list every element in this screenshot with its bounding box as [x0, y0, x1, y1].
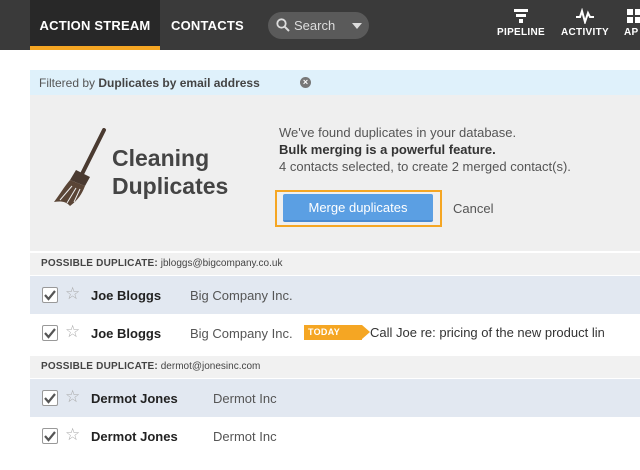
- checkmark-icon: [44, 431, 56, 442]
- merge-duplicates-button[interactable]: Merge duplicates: [283, 194, 433, 222]
- group-header-label: POSSIBLE DUPLICATE:: [41, 361, 158, 372]
- message-line1: We've found duplicates in your database.: [279, 125, 517, 140]
- panel-title-line1: Cleaning: [112, 145, 210, 171]
- duplicate-group-header: POSSIBLE DUPLICATE: jbloggs@bigcompany.c…: [30, 253, 640, 275]
- row-checkbox[interactable]: [42, 325, 58, 341]
- cleaning-duplicates-panel: Cleaning Duplicates We've found duplicat…: [30, 95, 640, 251]
- clear-filter-icon[interactable]: ×: [300, 77, 311, 88]
- duplicate-group-header: POSSIBLE DUPLICATE: dermot@jonesinc.com: [30, 356, 640, 378]
- contact-name[interactable]: Dermot Jones: [91, 429, 178, 444]
- tab-action-stream-label: ACTION STREAM: [39, 18, 151, 33]
- table-row[interactable]: ☆ Joe Bloggs Big Company Inc. TODAY Call…: [30, 314, 640, 352]
- group-header-label: POSSIBLE DUPLICATE:: [41, 258, 158, 269]
- row-checkbox[interactable]: [42, 390, 58, 406]
- contact-name[interactable]: Dermot Jones: [91, 391, 178, 406]
- cancel-link[interactable]: Cancel: [453, 201, 493, 216]
- checkmark-icon: [44, 393, 56, 404]
- star-icon[interactable]: ☆: [65, 388, 80, 406]
- broom-icon: [54, 128, 106, 206]
- message-line3: 4 contacts selected, to create 2 merged …: [279, 159, 571, 174]
- row-checkbox[interactable]: [42, 287, 58, 303]
- nav-pipeline[interactable]: PIPELINE: [497, 8, 545, 38]
- top-nav-bar: ACTION STREAM CONTACTS Search PIPELINE A…: [0, 0, 640, 50]
- message-line2: Bulk merging is a powerful feature.: [279, 142, 496, 157]
- panel-title-line2: Duplicates: [112, 173, 229, 199]
- filter-bar: Filtered by Duplicates by email address …: [30, 70, 640, 95]
- tab-action-stream[interactable]: ACTION STREAM: [30, 0, 160, 50]
- contact-company: Dermot Inc: [213, 391, 277, 406]
- row-checkbox[interactable]: [42, 428, 58, 444]
- group-header-email: jbloggs@bigcompany.co.uk: [160, 258, 283, 269]
- search-placeholder: Search: [294, 18, 336, 33]
- text-fade: [600, 314, 640, 352]
- table-row[interactable]: ☆ Joe Bloggs Big Company Inc.: [30, 276, 640, 314]
- tab-contacts[interactable]: CONTACTS: [171, 0, 244, 50]
- filter-prefix: Filtered by: [39, 76, 96, 90]
- search-box[interactable]: Search: [268, 12, 369, 39]
- nav-apps[interactable]: AP: [624, 8, 640, 38]
- star-icon[interactable]: ☆: [65, 426, 80, 444]
- pipeline-icon: [514, 9, 528, 23]
- nav-activity[interactable]: ACTIVITY: [561, 8, 609, 38]
- table-row[interactable]: ☆ Dermot Jones Dermot Inc: [30, 379, 640, 417]
- filter-value: Duplicates by email address: [98, 76, 260, 90]
- checkmark-icon: [44, 290, 56, 301]
- activity-icon: [576, 8, 594, 24]
- search-icon: [276, 18, 290, 32]
- contact-company: Dermot Inc: [213, 429, 277, 444]
- group-header-email: dermot@jonesinc.com: [160, 361, 261, 372]
- checkmark-icon: [44, 328, 56, 339]
- contact-company: Big Company Inc.: [190, 326, 293, 341]
- panel-message: We've found duplicates in your database.…: [279, 124, 571, 175]
- panel-title: Cleaning Duplicates: [112, 144, 228, 200]
- contact-company: Big Company Inc.: [190, 288, 293, 303]
- filter-text: Filtered by Duplicates by email address: [39, 76, 260, 90]
- contact-name[interactable]: Joe Bloggs: [91, 326, 161, 341]
- apps-icon: [627, 9, 640, 23]
- star-icon[interactable]: ☆: [65, 323, 80, 341]
- star-icon[interactable]: ☆: [65, 285, 80, 303]
- today-badge: TODAY: [304, 325, 370, 340]
- tab-contacts-label: CONTACTS: [171, 18, 244, 33]
- table-row[interactable]: ☆ Dermot Jones Dermot Inc: [30, 417, 640, 455]
- nav-pipeline-label: PIPELINE: [497, 27, 545, 38]
- nav-apps-label: AP: [624, 27, 639, 38]
- contact-name[interactable]: Joe Bloggs: [91, 288, 161, 303]
- chevron-down-icon[interactable]: [352, 23, 362, 29]
- nav-activity-label: ACTIVITY: [561, 27, 609, 38]
